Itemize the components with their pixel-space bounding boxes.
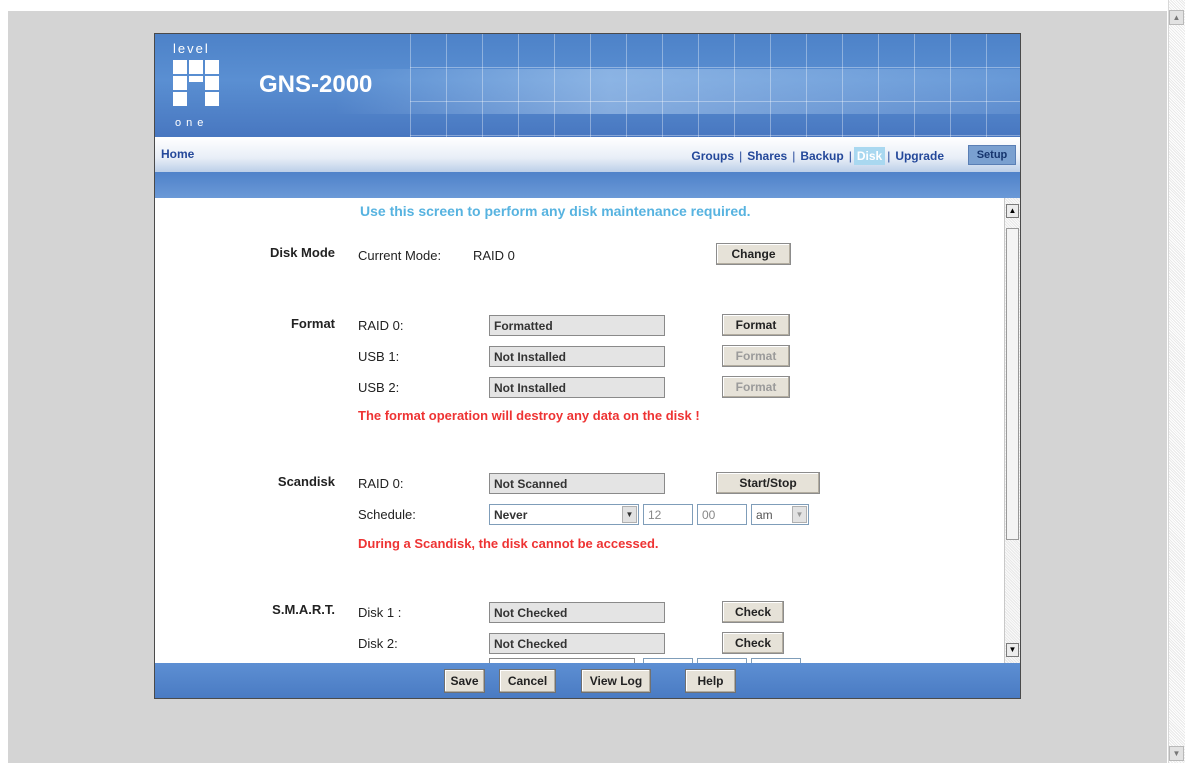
sub-header-bar (155, 172, 1020, 198)
smart-heading: S.M.A.R.T. (272, 602, 335, 617)
nav-separator: | (739, 149, 743, 163)
footer-bar: Save Cancel View Log Help (155, 663, 1020, 698)
ampm-value: am (756, 508, 773, 522)
smart-disk2-status: Not Checked (489, 633, 665, 654)
nav-link-shares[interactable]: Shares (747, 149, 787, 163)
intro-text: Use this screen to perform any disk main… (360, 203, 751, 219)
smart-disk1-status: Not Checked (489, 602, 665, 623)
save-button[interactable]: Save (444, 669, 485, 693)
format-usb2-button[interactable]: Format (722, 376, 790, 398)
scandisk-raid-status: Not Scanned (489, 473, 665, 494)
chevron-down-icon[interactable]: ▼ (792, 506, 807, 523)
chevron-down-icon[interactable]: ▼ (622, 506, 637, 523)
current-mode-value: RAID 0 (473, 248, 515, 263)
nav-separator: | (848, 149, 852, 163)
format-raid-status: Formatted (489, 315, 665, 336)
format-usb1-label: USB 1: (358, 349, 400, 364)
scandisk-heading: Scandisk (277, 474, 335, 489)
nas-admin-frame: level one GNS-2000 Home Groups | Shares | Ba… (154, 33, 1021, 699)
nav-link-upgrade[interactable]: Upgrade (895, 149, 944, 163)
disk-mode-heading: Disk Mode (269, 245, 335, 260)
nav-link-backup[interactable]: Backup (800, 149, 843, 163)
scandisk-warning: During a Scandisk, the disk cannot be ac… (358, 536, 659, 551)
view-log-button[interactable]: View Log (581, 669, 651, 693)
check-disk1-button[interactable]: Check (722, 601, 784, 623)
product-title: GNS-2000 (259, 71, 373, 98)
nav-bar: Home Groups | Shares | Backup | Disk | Upgrade S… (155, 137, 1020, 172)
logo-text-top: level (173, 41, 210, 56)
smart-disk1-label: Disk 1 : (358, 605, 402, 620)
schedule-select[interactable]: Never ▼ (489, 504, 639, 525)
schedule-hour-input[interactable]: 12 (643, 504, 693, 525)
levelone-logo: level one (170, 41, 232, 131)
current-mode-label: Current Mode: (358, 248, 442, 263)
cancel-button[interactable]: Cancel (499, 669, 556, 693)
format-warning: The format operation will destroy any da… (358, 408, 700, 423)
schedule-minute-input[interactable]: 00 (697, 504, 747, 525)
scroll-down-icon[interactable]: ▼ (1169, 746, 1184, 761)
format-raid-button[interactable]: Format (722, 314, 790, 336)
format-usb2-status: Not Installed (489, 377, 665, 398)
change-mode-button[interactable]: Change (716, 243, 791, 265)
content-scrollbar[interactable]: ▲ ▼ (1004, 198, 1020, 663)
format-usb1-status: Not Installed (489, 346, 665, 367)
nav-separator: | (792, 149, 796, 163)
disk-settings-panel: Use this screen to perform any disk main… (155, 198, 1004, 663)
schedule-value: Never (494, 508, 528, 522)
nav-links: Groups | Shares | Backup | Disk | Upgrade (691, 147, 944, 165)
logo-text-bottom: one (175, 117, 209, 129)
banner-grid (410, 34, 1020, 137)
schedule-label: Schedule: (358, 507, 416, 522)
scroll-down-icon[interactable]: ▼ (1006, 643, 1019, 657)
scroll-up-icon[interactable]: ▲ (1006, 204, 1019, 218)
scandisk-raid-label: RAID 0: (358, 476, 404, 491)
home-link[interactable]: Home (161, 147, 194, 161)
header-banner: level one GNS-2000 (155, 34, 1020, 137)
scrollbar-thumb[interactable] (1006, 228, 1019, 540)
page-scrollbar[interactable]: ▲ ▼ (1168, 0, 1185, 763)
help-button[interactable]: Help (685, 669, 736, 693)
nav-link-disk[interactable]: Disk (853, 147, 886, 165)
start-stop-scandisk-button[interactable]: Start/Stop (716, 472, 820, 494)
schedule-ampm-select[interactable]: am ▼ (751, 504, 809, 525)
nav-link-groups[interactable]: Groups (691, 149, 734, 163)
setup-button[interactable]: Setup (968, 145, 1016, 165)
check-disk2-button[interactable]: Check (722, 632, 784, 654)
smart-disk2-label: Disk 2: (358, 636, 398, 651)
format-heading: Format (290, 316, 335, 331)
format-raid-label: RAID 0: (358, 318, 404, 333)
nav-separator: | (887, 149, 891, 163)
format-usb2-label: USB 2: (358, 380, 400, 395)
format-usb1-button[interactable]: Format (722, 345, 790, 367)
scroll-up-icon[interactable]: ▲ (1169, 10, 1184, 25)
